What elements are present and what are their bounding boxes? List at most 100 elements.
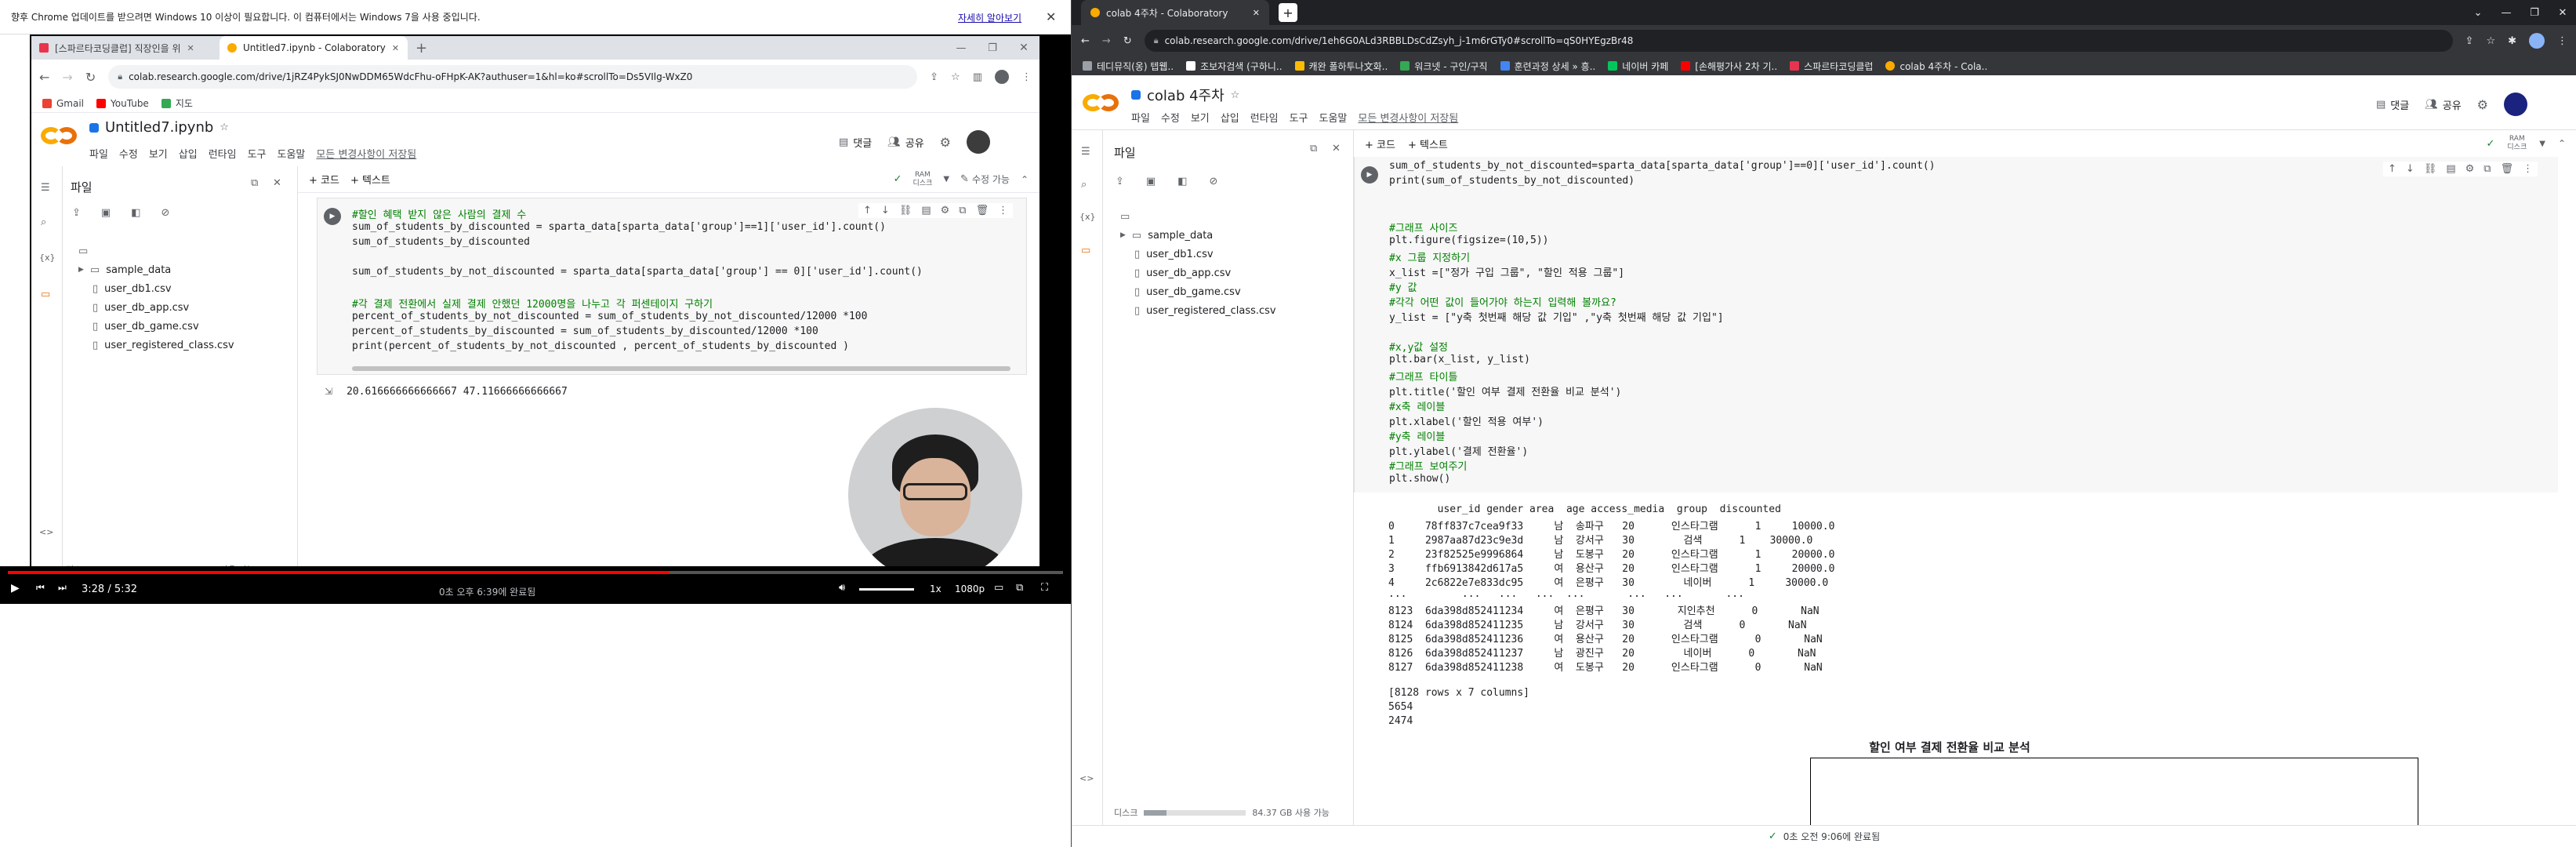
drive-mount-icon[interactable]: ◧	[1177, 176, 1187, 187]
new-folder-icon[interactable]: ▣	[1146, 176, 1156, 187]
variables-icon[interactable]: {x}	[39, 253, 56, 263]
menu-help[interactable]: 도움말	[1319, 110, 1348, 125]
share-page-icon[interactable]: ⇪	[2465, 35, 2474, 47]
maximize-icon[interactable]: ❐	[977, 42, 1008, 54]
sidepanel-icon[interactable]: ▥	[973, 71, 982, 83]
reload-icon[interactable]: ↻	[1123, 35, 1132, 47]
menu-runtime[interactable]: 런타임	[209, 146, 237, 161]
update-notice-link[interactable]: 자세히 알아보기	[958, 11, 1021, 24]
notebook-title[interactable]: colab 4주차	[1147, 85, 1225, 105]
run-cell-icon[interactable]: ▶	[1361, 166, 1378, 184]
toc-icon[interactable]: ☰	[41, 182, 50, 194]
file-item[interactable]: ▯ user_db_app.csv	[78, 298, 290, 317]
toc-icon[interactable]: ☰	[1081, 146, 1090, 158]
new-tab-icon[interactable]: +	[1279, 3, 1297, 22]
add-code-button[interactable]: + 코드	[1365, 136, 1395, 151]
bookmark-gmail[interactable]: Gmail	[42, 98, 84, 109]
menu-file[interactable]: 파일	[1131, 110, 1150, 125]
bookmark-item[interactable]: 워크넷 - 구인/구직	[1400, 60, 1488, 73]
bookmark-item[interactable]: 조보자검색 (구하니..	[1186, 60, 1283, 73]
saved-status[interactable]: 모든 변경사항이 저장됨	[1358, 110, 1458, 125]
comment-button[interactable]: ▤ 댓글	[2376, 97, 2409, 112]
code-cell[interactable]: ▶ ↑ ↓ ⛓ ▤ ⚙ ⧉ 🗑︎ ⋮ sum_of_students_by_no…	[1354, 157, 2558, 493]
play-icon[interactable]: ▶	[11, 582, 20, 594]
close-window-icon[interactable]: ✕	[2549, 7, 2576, 19]
parent-folder[interactable]: ▭	[1120, 207, 1348, 226]
file-item[interactable]: ▯ user_db_game.csv	[1120, 282, 1348, 301]
close-icon[interactable]: ✕	[187, 43, 194, 53]
menu-view[interactable]: 보기	[1191, 110, 1210, 125]
new-folder-icon[interactable]: ▣	[101, 207, 111, 219]
menu-help[interactable]: 도움말	[278, 146, 306, 161]
chevron-up-icon[interactable]: ⌃	[2558, 138, 2566, 149]
tab-search-icon[interactable]: ⌄	[2464, 7, 2492, 19]
close-icon[interactable]: ✕	[1332, 143, 1341, 154]
gear-icon[interactable]: ⚙	[940, 135, 951, 150]
gear-icon[interactable]: ⚙	[2465, 163, 2475, 175]
menu-view[interactable]: 보기	[149, 146, 168, 161]
star-icon[interactable]: ☆	[1231, 89, 1240, 101]
code-snippets-icon[interactable]: <>	[1079, 773, 1094, 783]
new-tab-icon[interactable]: +	[415, 40, 427, 56]
minimize-icon[interactable]: —	[945, 42, 977, 54]
menu-kebab-icon[interactable]: ⋮	[1021, 71, 1032, 83]
star-icon[interactable]: ☆	[220, 122, 229, 133]
share-button[interactable]: 👥︎ 공유	[887, 135, 923, 150]
maximize-icon[interactable]: ❐	[2520, 7, 2549, 19]
folder-icon[interactable]: ▭	[1081, 245, 1090, 256]
comment-button[interactable]: ▤ 댓글	[839, 135, 872, 150]
extensions-icon[interactable]: ✱	[2508, 35, 2516, 47]
omnibox[interactable]: 🔒︎ colab.research.google.com/drive/1eh6G…	[1144, 30, 2453, 52]
ram-disk-indicator[interactable]: RAM 디스크	[913, 171, 933, 188]
parent-folder[interactable]: ▭	[78, 242, 290, 260]
mirror-icon[interactable]: ⧉	[2483, 163, 2491, 175]
bookmark-item[interactable]: 훈련과정 상세 » 흥..	[1500, 60, 1595, 73]
reload-icon[interactable]: ↻	[85, 70, 96, 85]
subtitles-icon[interactable]: ▭	[994, 582, 1003, 594]
notebook-title[interactable]: Untitled7.ipynb	[105, 119, 213, 136]
comment-icon[interactable]: ▤	[2446, 163, 2455, 175]
chevron-down-icon[interactable]: ▼	[943, 175, 949, 184]
variables-icon[interactable]: {x}	[1079, 212, 1096, 222]
code-snippets-icon[interactable]: <>	[39, 527, 53, 537]
fullscreen-icon[interactable]: ⛶	[1041, 582, 1048, 594]
ram-disk-indicator[interactable]: RAM 디스크	[2507, 135, 2527, 152]
menu-kebab-icon[interactable]: ⋮	[2557, 35, 2567, 47]
bookmark-item[interactable]: [손해평가사 2차 기..	[1681, 60, 1777, 73]
add-code-button[interactable]: + 코드	[309, 172, 339, 187]
omnibox[interactable]: 🔒︎ colab.research.google.com/drive/1jRZ4…	[108, 65, 918, 89]
close-icon[interactable]: ✕	[392, 43, 399, 53]
file-item[interactable]: ▯ user_db1.csv	[1120, 245, 1348, 264]
close-icon[interactable]: ✕	[273, 177, 281, 189]
menu-tools[interactable]: 도구	[248, 146, 267, 161]
search-icon[interactable]: ⌕	[41, 216, 46, 228]
back-icon[interactable]: ←	[1081, 35, 1090, 47]
gear-icon[interactable]: ⚙	[2477, 97, 2488, 112]
hide-icon[interactable]: ⊘	[1210, 176, 1218, 187]
colab-logo[interactable]	[41, 124, 78, 147]
menu-edit[interactable]: 수정	[119, 146, 138, 161]
chevron-up-icon[interactable]: ⌃	[1021, 174, 1029, 185]
file-item[interactable]: ▶ ▭ sample_data	[78, 260, 290, 279]
delete-icon[interactable]: 🗑︎	[2501, 163, 2514, 175]
video-progress-bar[interactable]	[8, 571, 1063, 574]
profile-icon[interactable]	[995, 70, 1009, 84]
output-icon[interactable]: ⇲	[325, 386, 332, 397]
hide-icon[interactable]: ⊘	[161, 207, 170, 219]
bookmark-item[interactable]: 스파르타코딩클럽	[1790, 60, 1873, 73]
new-window-icon[interactable]: ⧉	[1310, 143, 1317, 154]
tab-untitled7[interactable]: Untitled7.ipynb - Colaboratory ✕	[220, 36, 408, 60]
forward-icon[interactable]: →	[62, 70, 72, 85]
menu-kebab-icon[interactable]: ⋮	[2523, 163, 2533, 175]
back-icon[interactable]: ←	[39, 70, 49, 85]
playback-speed[interactable]: 1x	[930, 583, 942, 594]
prev-icon[interactable]: ⏮	[36, 582, 45, 594]
upload-icon[interactable]: ⇪	[1116, 176, 1124, 187]
search-icon[interactable]: ⌕	[1081, 179, 1087, 191]
edit-mode-button[interactable]: ✎ 수정 가능	[960, 173, 1010, 186]
drive-mount-icon[interactable]: ◧	[131, 207, 140, 219]
avatar[interactable]	[2504, 93, 2527, 116]
file-item[interactable]: ▯ user_db1.csv	[78, 279, 290, 298]
add-text-button[interactable]: + 텍스트	[1408, 136, 1448, 151]
share-button[interactable]: 👥︎ 공유	[2425, 97, 2461, 112]
